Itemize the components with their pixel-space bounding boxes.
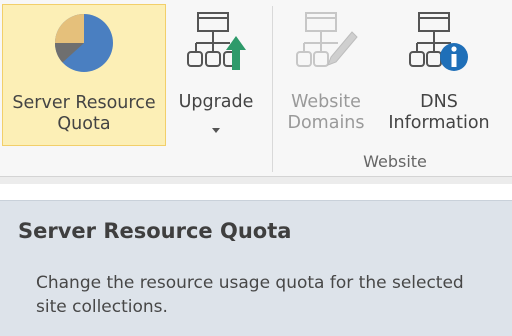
tooltip-description: Change the resource usage quota for the … [36, 273, 464, 317]
ribbon-bottom-border [0, 176, 512, 184]
website-domains-label: Website Domains [287, 92, 365, 133]
upgrade-label: Upgrade [178, 92, 254, 112]
dns-information-button[interactable]: DNS Information [376, 4, 502, 146]
group-divider [272, 6, 273, 172]
server-resource-quota-label: Server Resource Quota [12, 93, 156, 134]
chevron-down-icon[interactable] [212, 128, 220, 133]
site-upgrade-icon [184, 10, 248, 82]
site-edit-icon [294, 10, 358, 82]
group-label-website: Website [363, 152, 427, 171]
upgrade-button[interactable]: Upgrade [170, 4, 262, 146]
ribbon: Server Resource Quota Upgrade Website Do… [0, 0, 512, 183]
website-domains-button[interactable]: Website Domains [282, 4, 370, 146]
dns-information-label: DNS Information [388, 92, 490, 133]
pie-chart-icon [52, 11, 116, 81]
tooltip-title: Server Resource Quota [18, 219, 292, 243]
site-info-icon [407, 10, 471, 82]
server-resource-quota-button[interactable]: Server Resource Quota [2, 4, 166, 146]
tooltip: Server Resource Quota Change the resourc… [0, 200, 512, 336]
